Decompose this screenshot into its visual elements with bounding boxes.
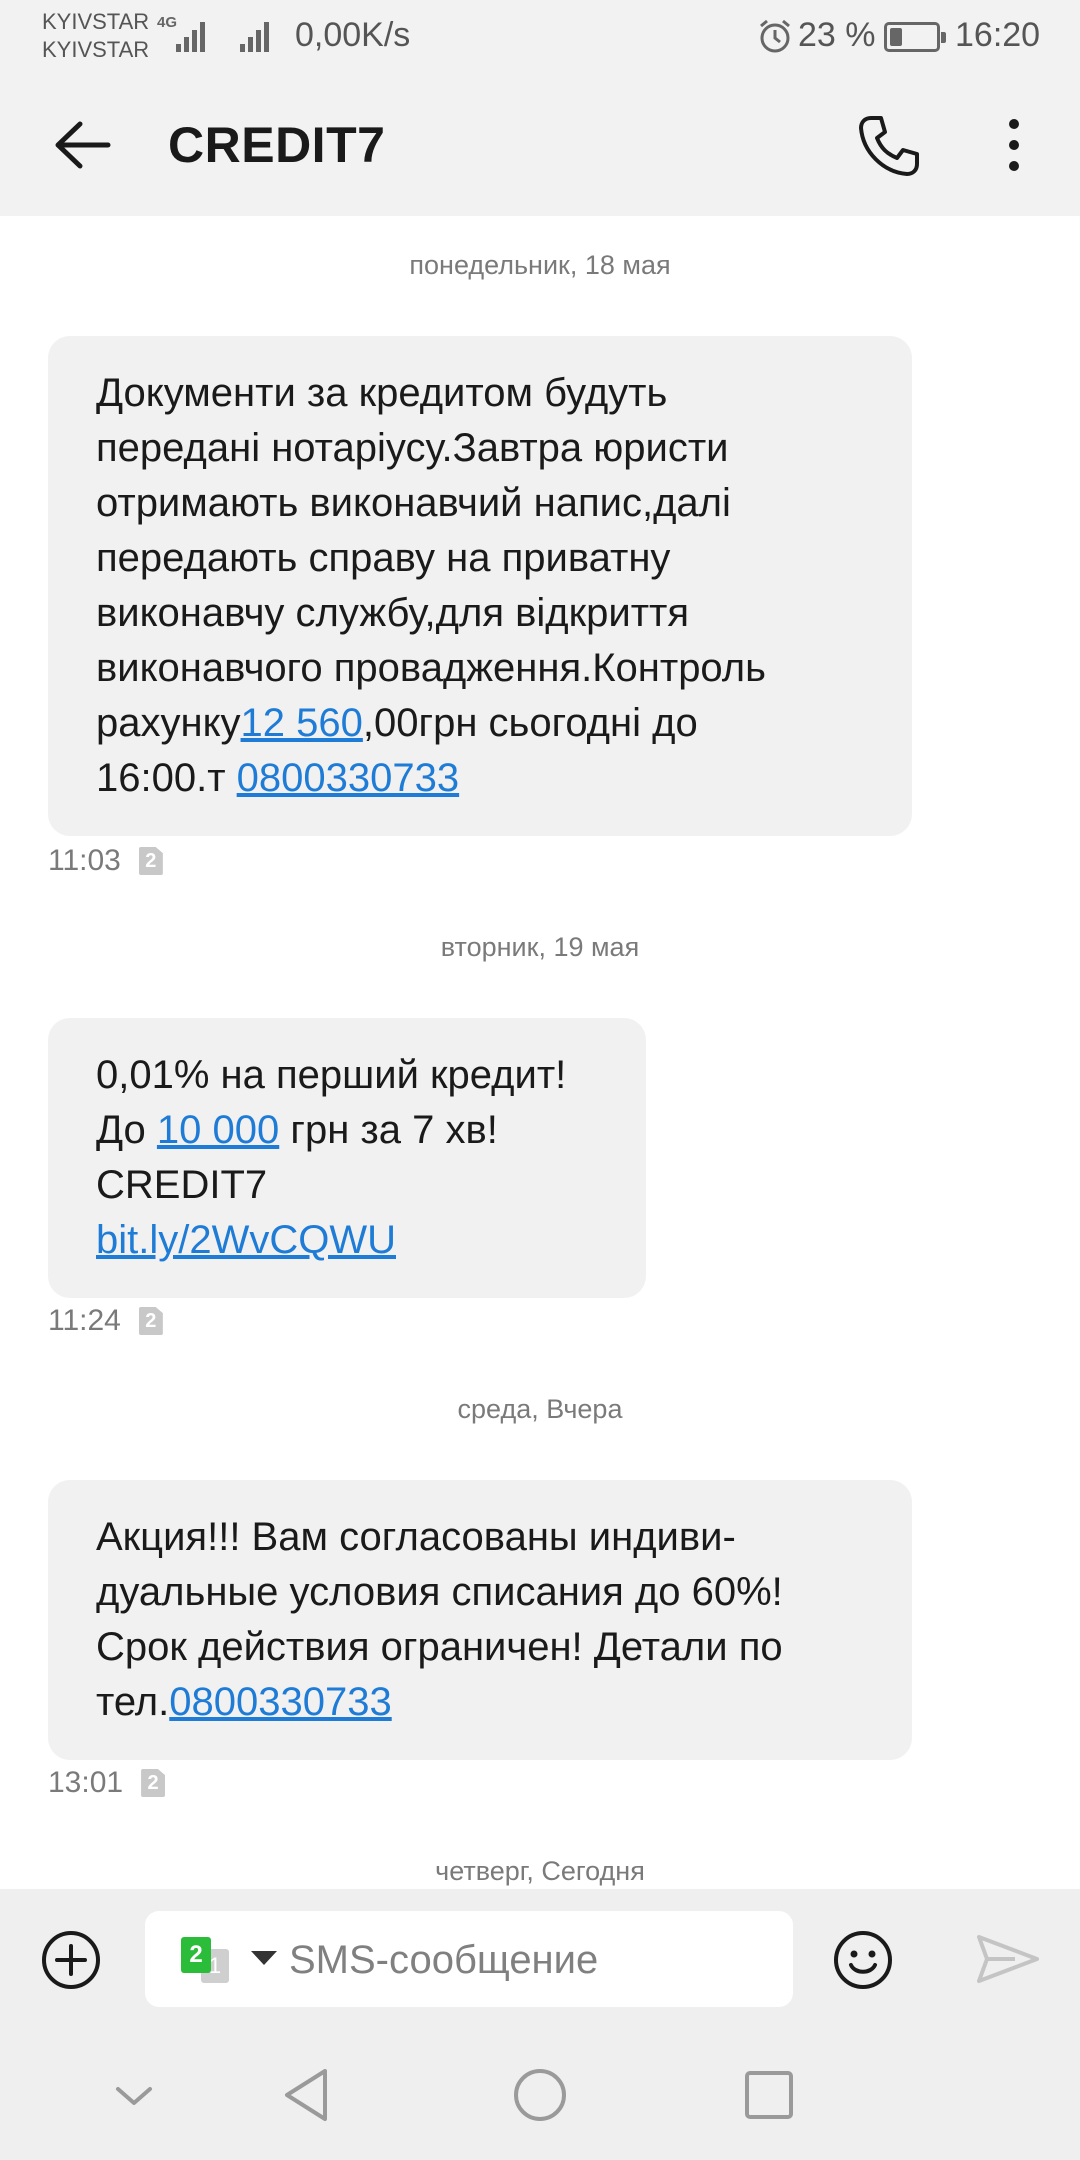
message-text: Срок действия ограничен! Детали по — [96, 1625, 783, 1669]
message-text: 16:00.т — [96, 756, 237, 800]
square-recents-icon[interactable] — [737, 2063, 801, 2127]
message-meta: 11:24 2 — [48, 1304, 163, 1338]
message-time: 11:24 — [48, 1304, 121, 1337]
date-separator: вторник, 19 мая — [440, 932, 640, 962]
clock: 16:20 — [955, 16, 1041, 54]
more-vert-icon[interactable] — [990, 112, 1038, 178]
url-link[interactable]: bit.ly/2WvCQWU — [96, 1218, 396, 1262]
message-text: Документи за кредитом будуть — [96, 371, 668, 415]
sms-input[interactable] — [289, 1933, 769, 1987]
message-text: ,00грн сьогодні до — [362, 701, 698, 745]
carrier-1: KYIVSTAR — [42, 9, 150, 34]
message-text: грн за 7 хв! — [279, 1108, 498, 1152]
net-speed: 0,00K/s — [295, 16, 411, 54]
composer-bar: 1 2 — [0, 1889, 1080, 2029]
sim-2-icon: 2 — [181, 1937, 211, 1973]
message-text: дуальные условия списания до 60%! — [96, 1570, 783, 1614]
sim-card-icon: 2 — [138, 1307, 163, 1335]
sim-card-icon: 2 — [138, 847, 163, 875]
message-text: передають справу на приватну — [96, 536, 671, 580]
message-list[interactable]: понедельник, 18 мая Документи за кредито… — [0, 216, 1080, 1889]
message-text: CREDIT7 — [96, 1163, 268, 1207]
phone-link[interactable]: 0800330733 — [169, 1680, 391, 1724]
amount-link[interactable]: 10 000 — [157, 1108, 279, 1152]
date-separator: понедельник, 18 мая — [409, 250, 671, 280]
battery-level-fill — [890, 28, 902, 46]
message-text: 0,01% на перший кредит! — [96, 1053, 567, 1097]
message-text: Акция!!! Вам согласованы индиви- — [96, 1515, 736, 1559]
battery-icon — [884, 22, 946, 52]
carrier-2: KYIVSTAR — [42, 37, 150, 62]
amount-link[interactable]: 12 560 — [241, 701, 363, 745]
message-time: 13:01 — [48, 1766, 124, 1799]
circle-home-icon[interactable] — [508, 2063, 572, 2127]
app-bar: CREDIT7 — [0, 74, 1080, 216]
sim-card-icon: 2 — [141, 1769, 166, 1797]
date-separator: четверг, Сегодня — [435, 1856, 645, 1886]
battery-percent: 23 % — [798, 16, 876, 54]
sim-selector[interactable]: 1 2 — [181, 1937, 241, 1983]
message-bubble[interactable]: Документи за кредитом будуть передані но… — [48, 336, 912, 836]
message-meta: 11:03 2 — [48, 844, 163, 878]
send-icon[interactable] — [975, 1931, 1041, 1987]
message-text: виконавчу службу,для відкриття — [96, 591, 689, 635]
message-text: рахунку — [96, 701, 241, 745]
carrier-labels: KYIVSTAR KYIVSTAR — [42, 8, 149, 64]
message-input-box[interactable]: 1 2 — [145, 1911, 793, 2007]
message-meta: 13:01 2 — [48, 1766, 166, 1800]
signal-1-icon — [176, 18, 212, 52]
arrow-left-icon[interactable] — [50, 112, 116, 178]
message-text: До — [96, 1108, 157, 1152]
message-time: 11:03 — [48, 844, 121, 877]
phone-link[interactable]: 0800330733 — [237, 756, 459, 800]
message-text: передані нотаріусу.Завтра юристи — [96, 426, 729, 470]
network-type-label: 4G — [157, 14, 178, 31]
signal-2-icon — [240, 18, 276, 52]
conversation-title: CREDIT7 — [168, 117, 386, 173]
message-bubble[interactable]: Акция!!! Вам согласованы индиви- дуальны… — [48, 1480, 912, 1760]
message-text: отримають виконавчий напис,далі — [96, 481, 731, 525]
message-text: виконавчого провадження.Контроль — [96, 646, 766, 690]
status-bar: KYIVSTAR KYIVSTAR 4G 0,00K/s 23 % 16:20 — [0, 0, 1080, 74]
message-text: тел. — [96, 1680, 170, 1724]
plus-circle-icon[interactable] — [40, 1929, 102, 1991]
date-separator: среда, Вчера — [457, 1394, 623, 1424]
phone-icon[interactable] — [855, 112, 921, 178]
triangle-back-icon[interactable] — [275, 2063, 339, 2127]
navigation-bar — [0, 2029, 1080, 2160]
caret-down-icon[interactable] — [251, 1951, 277, 1965]
alarm-icon — [760, 19, 790, 53]
smiley-icon[interactable] — [832, 1929, 894, 1991]
message-bubble[interactable]: 0,01% на перший кредит! До 10 000 грн за… — [48, 1018, 646, 1298]
chevron-down-icon[interactable] — [102, 2063, 166, 2127]
